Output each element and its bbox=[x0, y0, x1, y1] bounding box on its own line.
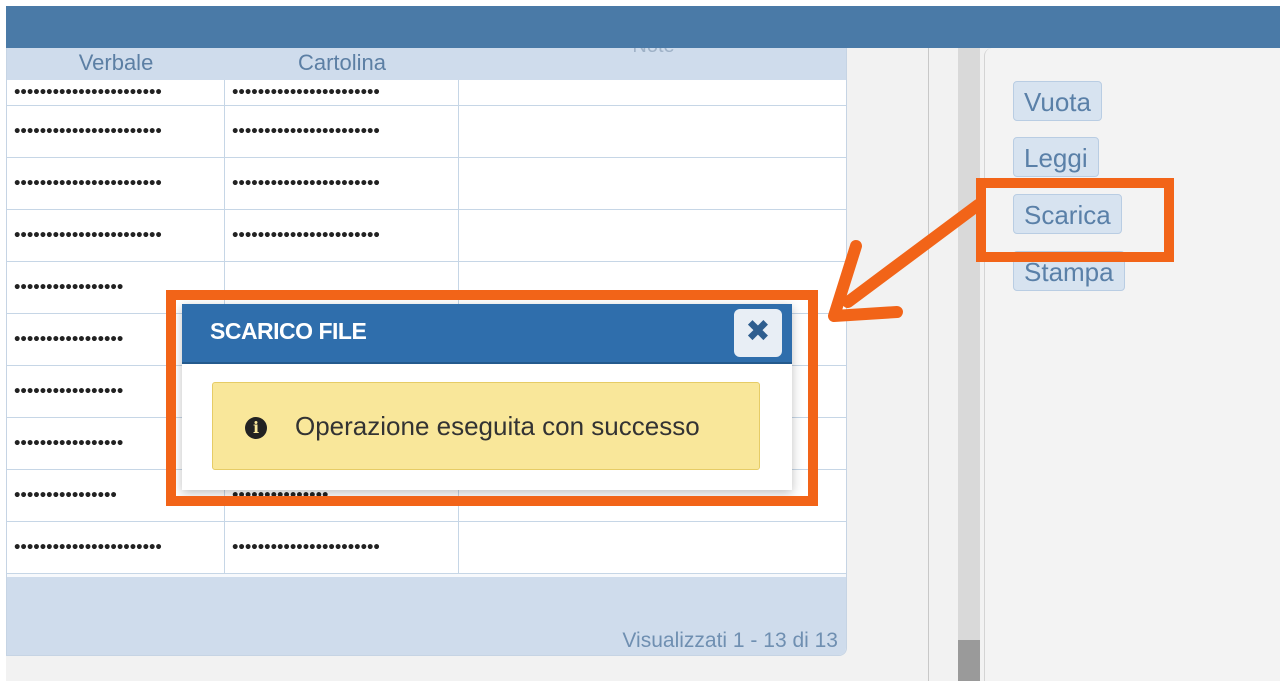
dialog-header: SCARICO FILE ✖ bbox=[182, 304, 792, 364]
cell-note bbox=[459, 80, 846, 105]
message-text: Operazione eseguita con successo bbox=[295, 411, 700, 441]
cell-cartolina: ••••••••••••••••••••••• bbox=[225, 158, 459, 209]
scarica-button[interactable]: Scarica bbox=[1013, 194, 1122, 234]
cell-note bbox=[459, 522, 846, 573]
cell-verbale: ••••••••••••••••••••••• bbox=[7, 158, 225, 209]
pager-status: Visualizzati 1 - 13 di 13 bbox=[622, 629, 838, 652]
cell-note bbox=[459, 106, 846, 157]
grid-footer: Visualizzati 1 - 13 di 13 bbox=[7, 577, 846, 655]
cell-note bbox=[459, 158, 846, 209]
cell-verbale: ••••••••••••••••••••••• bbox=[7, 210, 225, 261]
table-row[interactable]: ••••••••••••••••••••••• ••••••••••••••••… bbox=[7, 522, 846, 574]
scarico-file-dialog: SCARICO FILE ✖ i Operazione eseguita con… bbox=[182, 304, 792, 490]
cell-verbale: ••••••••••••••••••••••• bbox=[7, 522, 225, 573]
close-icon[interactable]: ✖ bbox=[734, 309, 782, 357]
scrollbar-track[interactable] bbox=[958, 48, 980, 681]
cell-verbale: ••••••••••••••••••••••• bbox=[7, 80, 225, 105]
stampa-button[interactable]: Stampa bbox=[1013, 251, 1125, 291]
cell-cartolina: ••••••••••••••••••••••• bbox=[225, 210, 459, 261]
actions-panel: Vuota Leggi Scarica Stampa bbox=[984, 48, 1280, 681]
cell-verbale: ••••••••••••••••••••••• bbox=[7, 106, 225, 157]
grid-header: Verbale Cartolina Note bbox=[7, 48, 846, 81]
table-row[interactable]: ••••••••••••••••••••••• ••••••••••••••••… bbox=[7, 158, 846, 210]
cell-cartolina: ••••••••••••••••••••••• bbox=[225, 522, 459, 573]
column-header-note[interactable]: Note bbox=[459, 48, 846, 78]
leggi-button[interactable]: Leggi bbox=[1013, 137, 1099, 177]
column-header-cartolina[interactable]: Cartolina bbox=[225, 48, 459, 80]
table-row[interactable]: ••••••••••••••••••••••• ••••••••••••••••… bbox=[7, 80, 846, 106]
cell-note bbox=[459, 210, 846, 261]
table-row[interactable]: ••••••••••••••••••••••• ••••••••••••••••… bbox=[7, 210, 846, 262]
top-bar bbox=[0, 0, 1280, 48]
info-icon: i bbox=[245, 417, 267, 439]
vuota-button[interactable]: Vuota bbox=[1013, 81, 1102, 121]
cell-cartolina: ••••••••••••••••••••••• bbox=[225, 106, 459, 157]
table-row[interactable]: ••••••••••••••••••••••• ••••••••••••••••… bbox=[7, 106, 846, 158]
success-message: i Operazione eseguita con successo bbox=[212, 382, 760, 470]
column-header-verbale[interactable]: Verbale bbox=[7, 48, 225, 80]
panel-divider bbox=[928, 48, 929, 681]
scrollbar-thumb[interactable] bbox=[958, 640, 980, 681]
cell-cartolina: ••••••••••••••••••••••• bbox=[225, 80, 459, 105]
dialog-title: SCARICO FILE bbox=[210, 318, 367, 344]
